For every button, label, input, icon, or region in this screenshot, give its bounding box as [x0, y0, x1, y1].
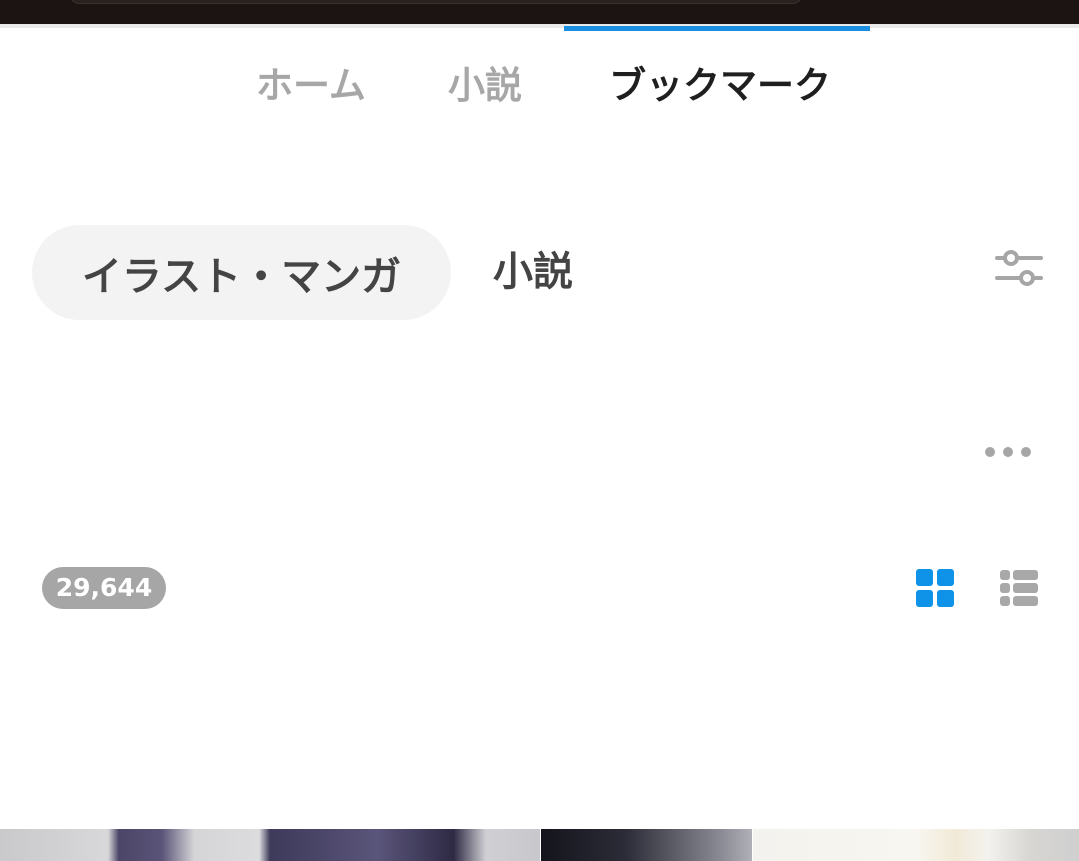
filter-button[interactable] — [993, 246, 1045, 290]
bookmarks-screen: ホーム 小説 ブックマーク イラスト・マンガ 小説 29,644 — [0, 0, 1079, 861]
tab-novel[interactable]: 小説 — [448, 60, 522, 112]
sliders-icon — [995, 250, 1043, 286]
bookmark-count-badge: 29,644 — [42, 567, 166, 609]
tab-home[interactable]: ホーム — [256, 60, 366, 112]
bookmark-grid — [0, 829, 1079, 861]
list-view-icon — [1000, 570, 1038, 606]
artwork-thumbnail[interactable] — [541, 829, 752, 861]
grid-view-button[interactable] — [915, 568, 955, 608]
artwork-thumbnail[interactable] — [753, 829, 1079, 861]
more-horizontal-icon — [985, 447, 1031, 457]
active-tab-indicator — [564, 26, 870, 31]
artwork-thumbnail[interactable] — [0, 829, 540, 861]
subtab-novel[interactable]: 小説 — [493, 245, 573, 300]
top-app-bar — [0, 0, 1079, 24]
grid-view-icon — [916, 569, 954, 607]
subtab-illust-manga[interactable]: イラスト・マンガ — [32, 225, 451, 320]
list-view-button[interactable] — [999, 568, 1039, 608]
tab-bookmark[interactable]: ブックマーク — [609, 60, 831, 112]
tab-bar-divider — [0, 24, 1079, 28]
more-button[interactable] — [982, 440, 1034, 464]
search-bar[interactable] — [70, 0, 802, 4]
